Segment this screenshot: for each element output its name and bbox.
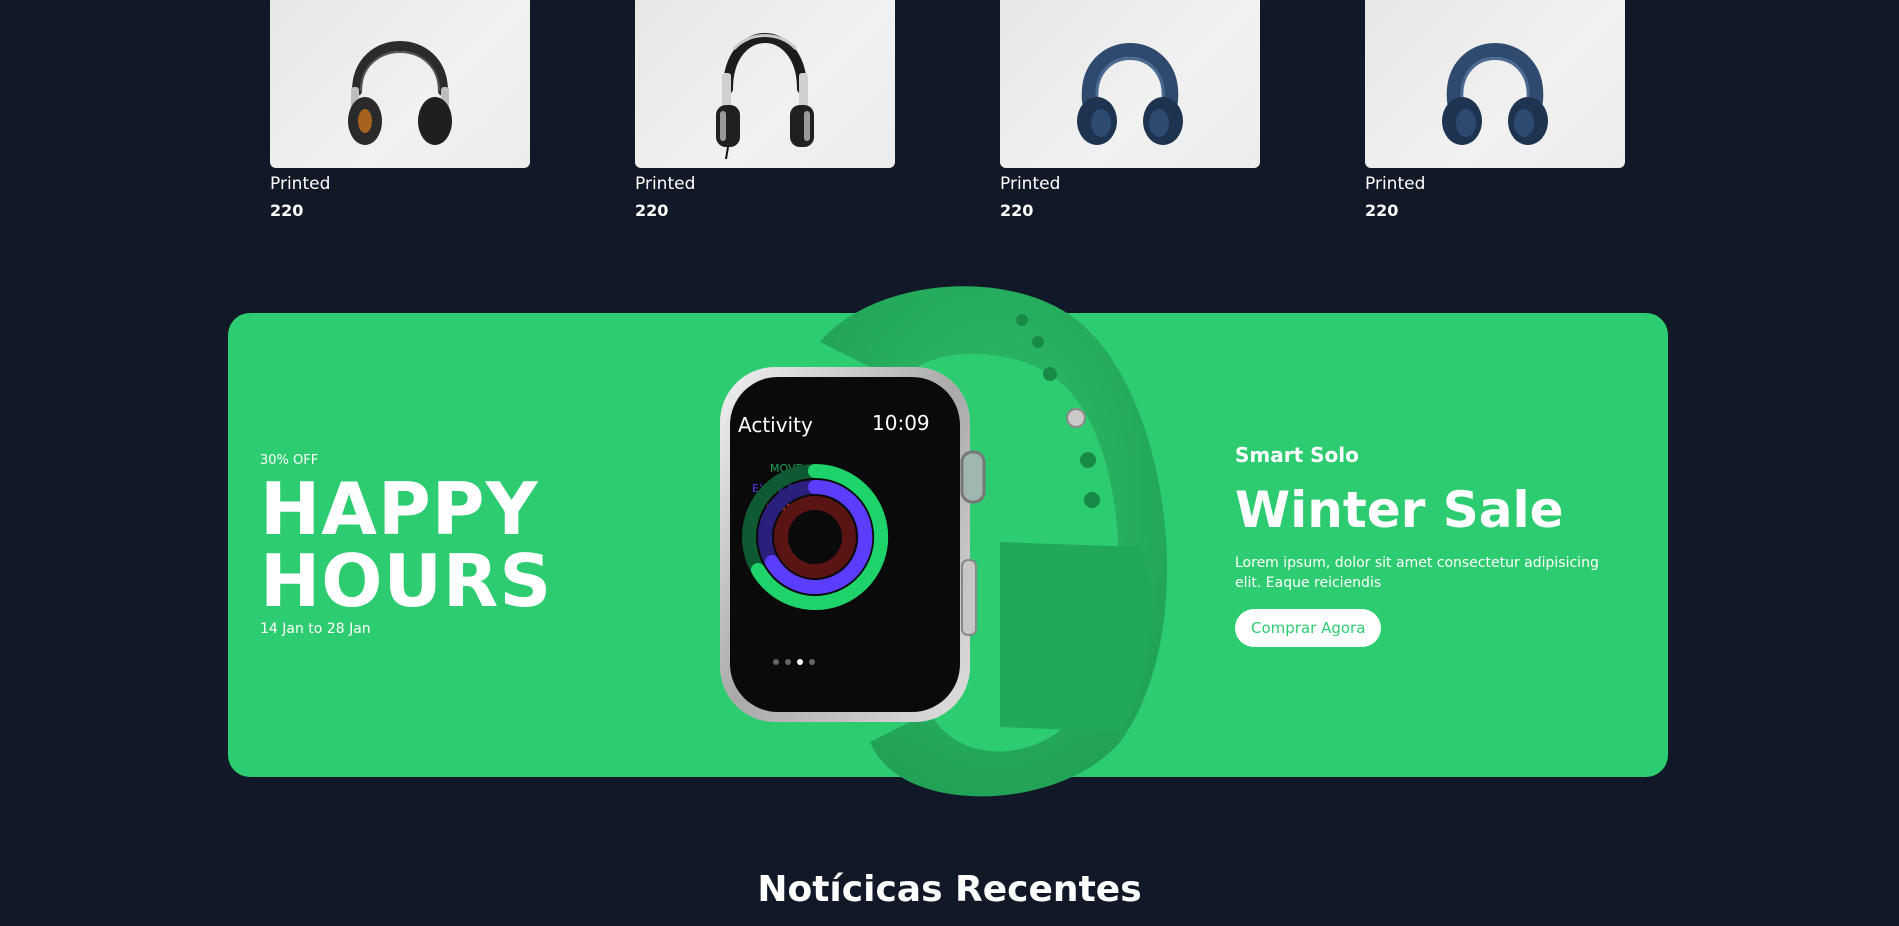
headline-line: HAPPY bbox=[260, 467, 539, 551]
winter-sale-block: Smart Solo Winter Sale Lorem ipsum, dolo… bbox=[1235, 443, 1635, 647]
product-image[interactable] bbox=[1365, 0, 1625, 168]
product-image[interactable] bbox=[270, 0, 530, 168]
promo-dates: 14 Jan to 28 Jan bbox=[260, 621, 371, 637]
happy-hours-block: 30% OFF HAPPY HOURS 14 Jan to 28 Jan bbox=[260, 453, 552, 637]
headline-line: HOURS bbox=[260, 539, 553, 623]
product-image[interactable] bbox=[1000, 0, 1260, 168]
smartwatch-image: Activity 10:09 MOVE EXERCISE STAND bbox=[720, 286, 1168, 797]
product-price: 220 bbox=[1365, 201, 1399, 220]
product-name[interactable]: Printed bbox=[635, 173, 895, 195]
product-name[interactable]: Printed bbox=[1365, 173, 1625, 195]
product-price: 220 bbox=[1000, 201, 1034, 220]
buy-now-button[interactable]: Comprar Agora bbox=[1235, 609, 1382, 647]
headphones-silver-icon bbox=[716, 33, 814, 159]
watch-time: 10:09 bbox=[872, 411, 930, 435]
product-card[interactable]: Printed 220 bbox=[270, 0, 530, 221]
sale-title: Winter Sale bbox=[1235, 481, 1564, 539]
product-name[interactable]: Printed bbox=[270, 173, 530, 195]
news-section-title: Notícicas Recentes bbox=[757, 869, 1142, 910]
headphones-blue-icon bbox=[1077, 43, 1183, 145]
product-card[interactable]: Printed 220 bbox=[1365, 0, 1625, 221]
product-card[interactable]: Printed 220 bbox=[635, 0, 895, 221]
sale-description: Lorem ipsum, dolor sit amet consectetur … bbox=[1235, 555, 1599, 591]
watch-app-title: Activity bbox=[738, 413, 813, 437]
headphones-blue-icon bbox=[1442, 43, 1548, 145]
product-image[interactable] bbox=[635, 0, 895, 168]
brand-label: Smart Solo bbox=[1235, 443, 1359, 467]
headline: HAPPY HOURS bbox=[260, 473, 552, 617]
product-price: 220 bbox=[270, 201, 304, 220]
product-card[interactable]: Printed 220 bbox=[1000, 0, 1260, 221]
headphones-black-icon bbox=[348, 41, 452, 145]
product-name[interactable]: Printed bbox=[1000, 173, 1260, 195]
product-price: 220 bbox=[635, 201, 669, 220]
product-grid: Printed 220 Printed 220 Printed 220 Prin… bbox=[270, 0, 1630, 230]
